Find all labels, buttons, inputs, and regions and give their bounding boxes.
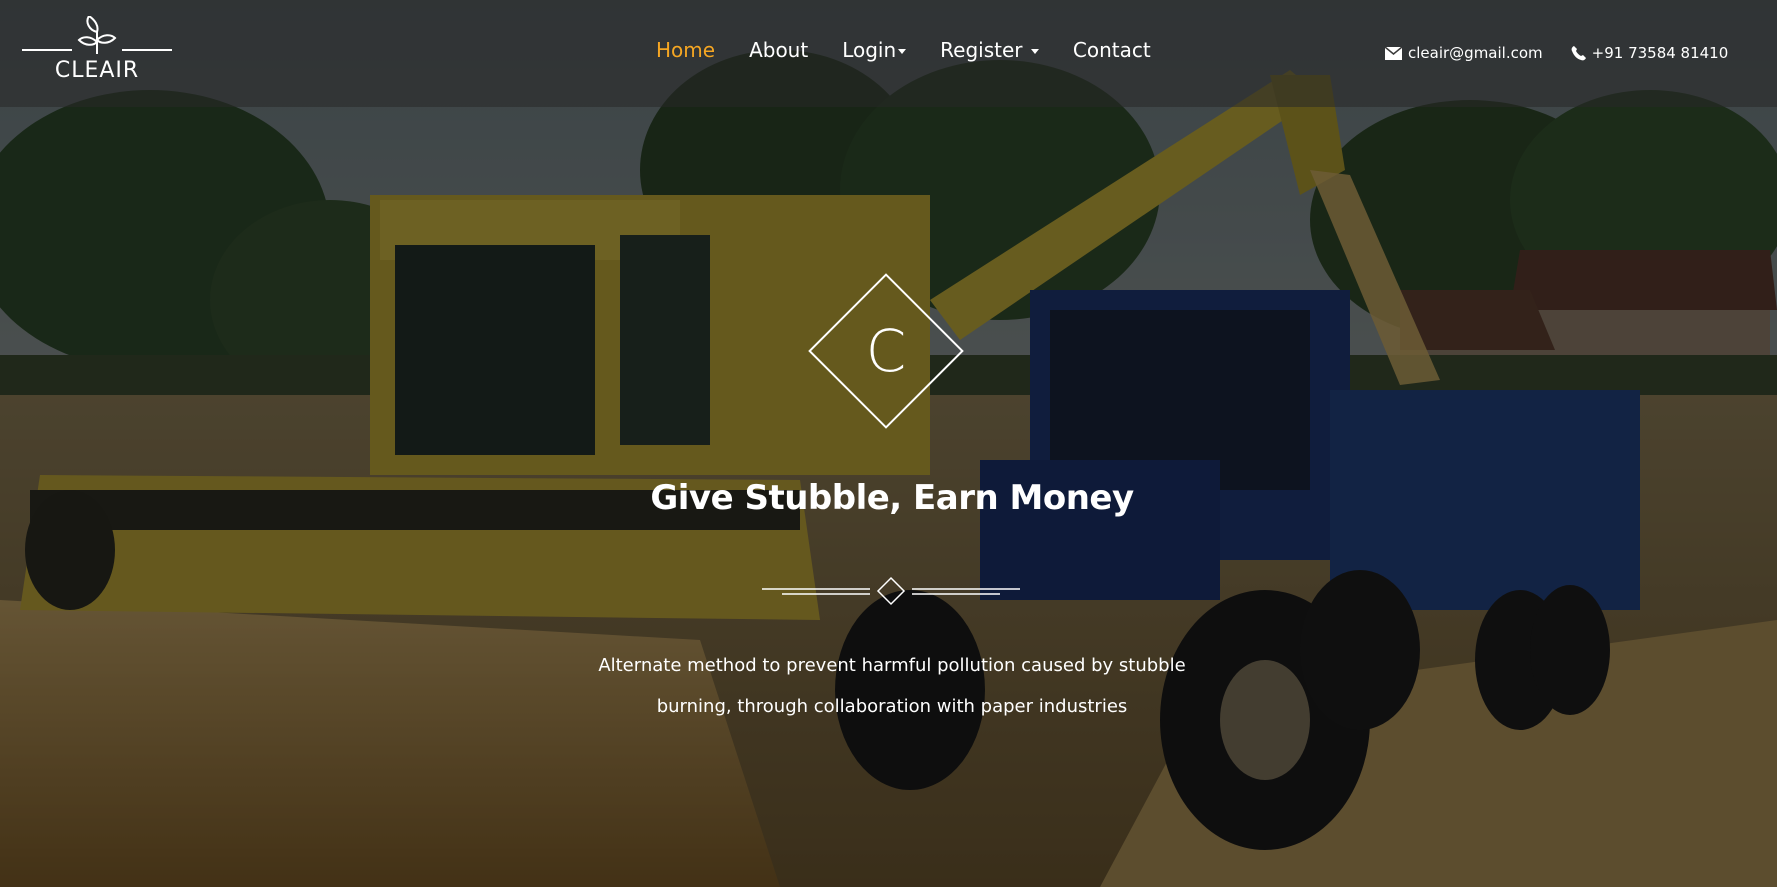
- contact-info: cleair@gmail.com +91 73584 81410: [1385, 44, 1728, 62]
- emblem-letter: C: [865, 317, 907, 385]
- dark-overlay: [0, 0, 1777, 887]
- brand-name: CLEAIR: [54, 58, 140, 83]
- chevron-down-icon: [1030, 49, 1039, 54]
- nav-about[interactable]: About: [749, 38, 808, 62]
- hero-headline: Give Stubble, Earn Money: [650, 478, 1134, 518]
- nav-contact[interactable]: Contact: [1073, 38, 1151, 62]
- nav-about-label: About: [749, 38, 809, 62]
- logo-line-left: [22, 49, 72, 51]
- contact-email-text: cleair@gmail.com: [1408, 44, 1543, 62]
- nav-home[interactable]: Home: [656, 38, 715, 62]
- phone-icon: [1571, 45, 1586, 60]
- hero-subtitle: Alternate method to prevent harmful poll…: [598, 655, 1186, 717]
- hero-section: CLEAIR Home About Login Register Contact: [0, 0, 1777, 887]
- nav-home-label: Home: [656, 38, 716, 62]
- nav-register-label: Register: [940, 38, 1023, 62]
- main-nav: Home About Login Register Contact: [656, 38, 1151, 62]
- sprout-icon: [77, 16, 117, 54]
- logo-line-right: [122, 49, 172, 51]
- nav-register[interactable]: Register: [940, 38, 1039, 62]
- nav-contact-label: Contact: [1072, 38, 1151, 62]
- nav-login[interactable]: Login: [842, 38, 907, 62]
- nav-login-label: Login: [842, 38, 897, 62]
- contact-phone[interactable]: +91 73584 81410: [1571, 44, 1729, 62]
- top-navbar: CLEAIR Home About Login Register Contact: [0, 0, 1777, 107]
- contact-email[interactable]: cleair@gmail.com: [1385, 44, 1543, 62]
- envelope-icon: [1385, 46, 1402, 60]
- ornamental-divider: [762, 576, 1020, 606]
- chevron-down-icon: [898, 49, 907, 54]
- contact-phone-text: +91 73584 81410: [1591, 44, 1729, 62]
- brand-logo[interactable]: CLEAIR: [22, 16, 172, 84]
